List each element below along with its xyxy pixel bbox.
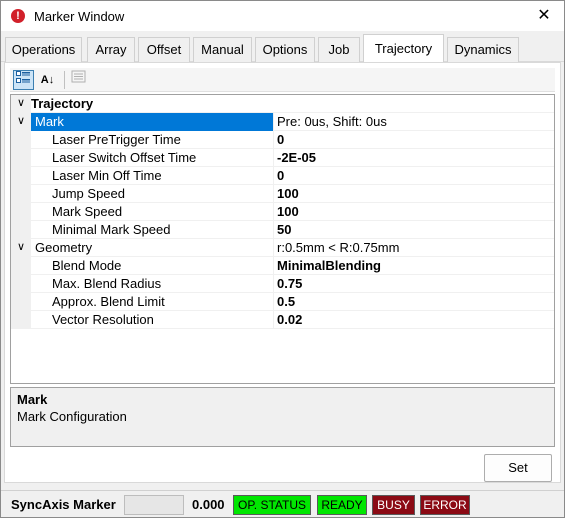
property-name: Approx. Blend Limit <box>52 294 165 309</box>
property-value[interactable]: 100 <box>277 203 299 221</box>
status-chip-busy: BUSY <box>372 495 415 515</box>
property-value[interactable]: 0.02 <box>277 311 302 329</box>
property-value[interactable]: MinimalBlending <box>277 257 381 275</box>
chevron-down-icon[interactable]: ∨ <box>15 239 27 256</box>
property-value[interactable]: 0.5 <box>277 293 295 311</box>
property-name: Max. Blend Radius <box>52 276 162 291</box>
tab-operations[interactable]: Operations <box>5 37 82 62</box>
property-value[interactable]: 0 <box>277 167 284 185</box>
property-name: Mark <box>31 113 273 131</box>
property-name: Laser PreTrigger Time <box>52 132 181 147</box>
property-row[interactable]: Approx. Blend Limit 0.5 <box>11 293 554 311</box>
sort-alphabetical-icon[interactable]: A↓ <box>37 70 58 90</box>
property-toolbar: A↓ <box>10 68 555 92</box>
property-name: Geometry <box>35 240 93 255</box>
toolbar-separator <box>64 71 65 89</box>
tab-manual[interactable]: Manual <box>193 37 252 62</box>
description-title: Mark <box>17 392 48 407</box>
description-pane: Mark Mark Configuration <box>10 387 555 447</box>
property-name: Vector Resolution <box>52 312 154 327</box>
status-label: SyncAxis Marker <box>11 497 116 512</box>
property-row[interactable]: Laser Min Off Time 0 <box>11 167 554 185</box>
tab-strip: Operations Array Offset Manual Options J… <box>1 31 564 63</box>
status-value: 0.000 <box>192 497 225 512</box>
title-bar: ! Marker Window ✕ <box>1 1 564 31</box>
error-icon: ! <box>11 9 25 23</box>
tab-array[interactable]: Array <box>87 37 135 62</box>
category-label: Trajectory <box>31 96 94 111</box>
property-name: Laser Switch Offset Time <box>52 150 197 165</box>
property-grid: ∨ Trajectory ∨ Mark Pre: 0us, Shift: 0us La… <box>10 94 555 384</box>
status-indicator-box <box>124 495 184 515</box>
category-row[interactable]: ∨ Trajectory <box>11 95 554 113</box>
property-name: Jump Speed <box>52 186 125 201</box>
tab-dynamics[interactable]: Dynamics <box>447 37 519 62</box>
property-name: Laser Min Off Time <box>52 168 162 183</box>
property-name: Minimal Mark Speed <box>52 222 171 237</box>
property-value[interactable]: 100 <box>277 185 299 203</box>
property-row[interactable]: Mark Speed 100 <box>11 203 554 221</box>
property-value[interactable]: 50 <box>277 221 291 239</box>
property-value[interactable]: r:0.5mm < R:0.75mm <box>277 239 399 257</box>
tab-trajectory[interactable]: Trajectory <box>363 34 444 63</box>
property-name: Blend Mode <box>52 258 122 273</box>
property-group-row[interactable]: ∨ Geometry r:0.5mm < R:0.75mm <box>11 239 554 257</box>
window-title: Marker Window <box>34 9 125 24</box>
property-row[interactable]: Laser Switch Offset Time -2E-05 <box>11 149 554 167</box>
chevron-down-icon[interactable]: ∨ <box>15 95 27 112</box>
property-name: Mark Speed <box>52 204 123 219</box>
categorized-view-icon[interactable] <box>13 70 34 90</box>
property-group-row[interactable]: ∨ Mark Pre: 0us, Shift: 0us <box>11 113 554 131</box>
property-value[interactable]: 0.75 <box>277 275 302 293</box>
property-value[interactable]: -2E-05 <box>277 149 316 167</box>
status-chip-op-status: OP. STATUS <box>233 495 311 515</box>
status-chip-error: ERROR <box>420 495 470 515</box>
tab-options[interactable]: Options <box>255 37 315 62</box>
property-value[interactable]: 0 <box>277 131 284 149</box>
status-bar: SyncAxis Marker 0.000 OP. STATUS READY BUS… <box>1 490 564 517</box>
tab-job[interactable]: Job <box>318 37 360 62</box>
property-row[interactable]: Blend Mode MinimalBlending <box>11 257 554 275</box>
close-button[interactable]: ✕ <box>524 1 564 31</box>
property-value[interactable]: Pre: 0us, Shift: 0us <box>277 113 387 131</box>
property-row[interactable]: Jump Speed 100 <box>11 185 554 203</box>
marker-window: ! Marker Window ✕ Operations Array Offse… <box>0 0 565 518</box>
property-row[interactable]: Laser PreTrigger Time 0 <box>11 131 554 149</box>
set-button[interactable]: Set <box>484 454 552 482</box>
property-row[interactable]: Max. Blend Radius 0.75 <box>11 275 554 293</box>
property-row[interactable]: Vector Resolution 0.02 <box>11 311 554 329</box>
tab-offset[interactable]: Offset <box>138 37 190 62</box>
property-row[interactable]: Minimal Mark Speed 50 <box>11 221 554 239</box>
chevron-down-icon[interactable]: ∨ <box>15 113 27 130</box>
description-text: Mark Configuration <box>17 409 127 424</box>
status-chip-ready: READY <box>317 495 367 515</box>
property-pages-icon[interactable] <box>68 70 89 90</box>
trajectory-panel: A↓ ∨ Trajectory ∨ Mark Pre: 0us, Shift: 0u… <box>4 62 561 483</box>
